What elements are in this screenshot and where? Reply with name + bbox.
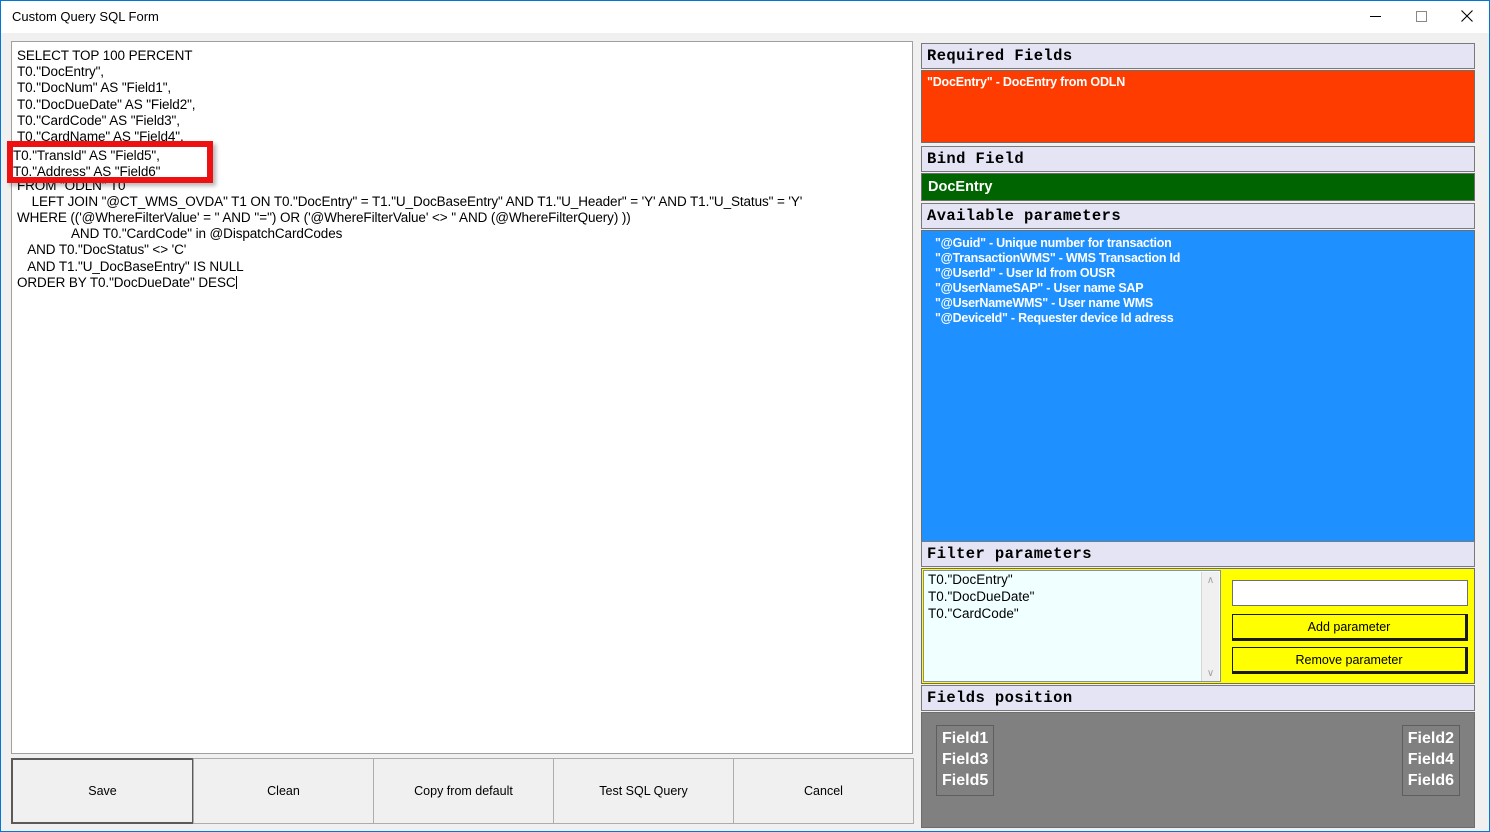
minimize-icon [1352,11,1398,22]
maximize-icon [1398,11,1444,22]
right-side-panel: Required Fields "DocEntry" - DocEntry fr… [921,43,1479,829]
close-icon [1444,10,1490,22]
list-item[interactable]: "DocEntry" - DocEntry from ODLN [922,71,1474,89]
list-item[interactable]: Field3 [942,749,988,770]
list-item[interactable]: T0."DocDueDate" [924,588,1220,605]
annotation-highlight-content: T0."TransId" AS "Field5", T0."Address" A… [13,147,207,177]
text-caret [236,276,237,289]
fields-position-header: Fields position [921,685,1475,711]
bind-field-header: Bind Field [921,146,1475,172]
test-sql-query-button[interactable]: Test SQL Query [553,758,734,824]
form-button-bar: Save Clean Copy from default Test SQL Qu… [11,758,913,824]
filter-list-scrollbar[interactable]: ∧ ∨ [1201,572,1219,682]
required-fields-list[interactable]: "DocEntry" - DocEntry from ODLN [921,70,1475,143]
title-bar: Custom Query SQL Form [1,1,1489,33]
maximize-button[interactable] [1398,1,1444,31]
remove-parameter-button[interactable]: Remove parameter [1232,647,1468,674]
fields-position-right-column[interactable]: Field2 Field4 Field6 [1402,725,1460,796]
list-item[interactable]: "@UserId" - User Id from OUSR [922,266,1474,281]
window-title: Custom Query SQL Form [12,9,159,24]
list-item[interactable]: Field4 [1408,749,1454,770]
filter-parameters-area: T0."DocEntry" T0."DocDueDate" T0."CardCo… [921,568,1475,684]
list-item[interactable]: T0."CardCode" [924,605,1220,622]
cancel-button[interactable]: Cancel [733,758,914,824]
parameter-name-input[interactable] [1232,580,1468,606]
list-item[interactable]: "@TransactionWMS" - WMS Transaction Id [922,251,1474,266]
available-parameters-header: Available parameters [921,203,1475,229]
chevron-down-icon[interactable]: ∨ [1202,665,1219,682]
close-button[interactable] [1444,1,1490,31]
add-parameter-button[interactable]: Add parameter [1232,614,1468,641]
list-item[interactable]: "@UserNameWMS" - User name WMS [922,296,1474,311]
list-item[interactable]: Field1 [942,728,988,749]
bind-field-value[interactable]: DocEntry [921,173,1475,201]
list-item[interactable]: Field2 [1408,728,1454,749]
chevron-up-icon[interactable]: ∧ [1202,572,1219,589]
list-item[interactable]: "@UserNameSAP" - User name SAP [922,281,1474,296]
fields-position-left-column[interactable]: Field1 Field3 Field5 [936,725,994,796]
clean-button[interactable]: Clean [193,758,374,824]
filter-parameters-list[interactable]: T0."DocEntry" T0."DocDueDate" T0."CardCo… [923,570,1221,682]
required-fields-header: Required Fields [921,43,1475,69]
list-item[interactable]: T0."DocEntry" [924,571,1220,588]
list-item[interactable]: "@DeviceId" - Requester device Id adress [922,311,1474,326]
application-window: Custom Query SQL Form SELECT TOP 100 PER… [0,0,1490,832]
copy-from-default-button[interactable]: Copy from default [373,758,554,824]
filter-parameters-header: Filter parameters [921,541,1475,567]
list-item[interactable]: "@Guid" - Unique number for transaction [922,236,1474,251]
fields-position-area: Field1 Field3 Field5 Field2 Field4 Field… [921,712,1475,828]
available-parameters-list[interactable]: "@Guid" - Unique number for transaction … [921,230,1475,566]
annotation-highlighted-lines: T0."TransId" AS "Field5", T0."Address" A… [13,148,160,177]
list-item[interactable]: Field6 [1408,770,1454,791]
save-button[interactable]: Save [11,758,194,824]
list-item[interactable]: Field5 [942,770,988,791]
minimize-button[interactable] [1352,1,1398,31]
